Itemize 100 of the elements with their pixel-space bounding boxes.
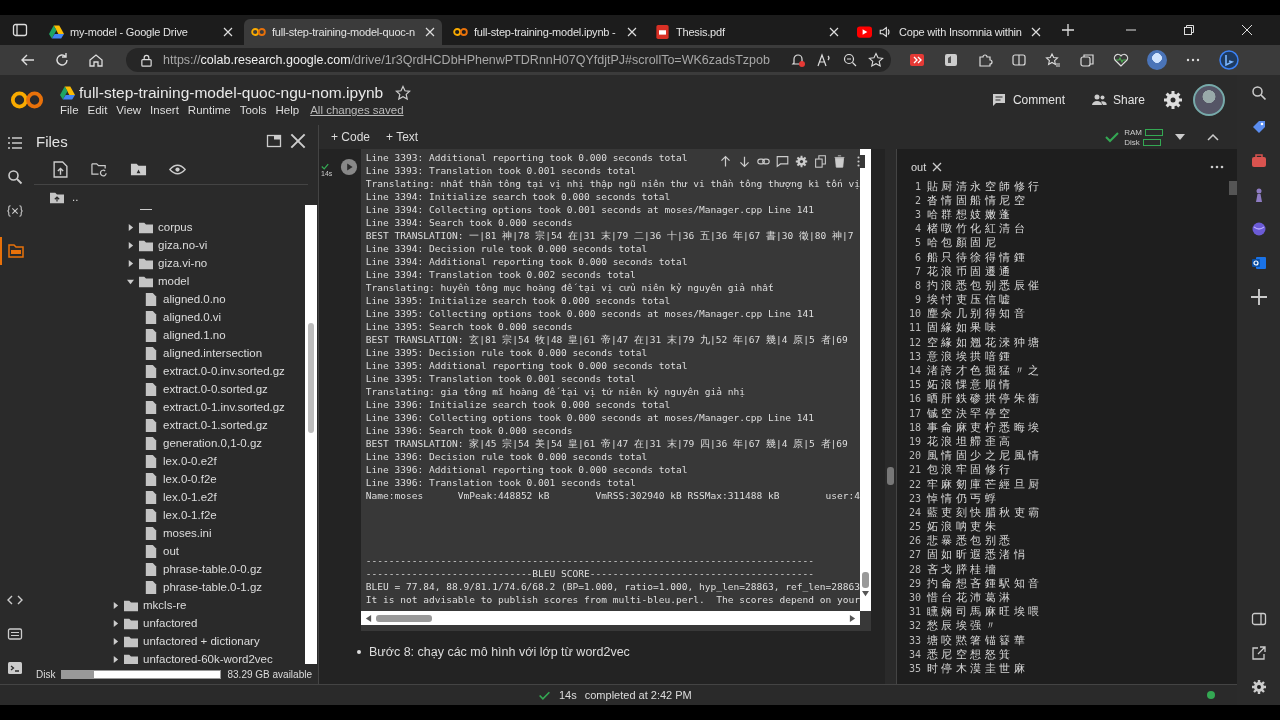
run-cell-icon[interactable] — [340, 158, 358, 176]
zoom-out-icon[interactable] — [841, 52, 858, 68]
puzzle-icon[interactable] — [977, 52, 993, 68]
scrollbar-thumb[interactable] — [1229, 181, 1237, 195]
file-name[interactable]: aligned.0.no — [163, 293, 226, 305]
new-tab-icon[interactable] — [1062, 24, 1074, 36]
share-button[interactable]: Share — [1082, 92, 1153, 108]
file-name[interactable]: lex.0-0.f2e — [163, 473, 217, 485]
file-tab[interactable]: out — [911, 161, 943, 173]
menu-item[interactable]: Edit — [87, 104, 108, 116]
notebook-title[interactable]: full-step-training-model-quoc-ngu-nom.ipynb — [79, 84, 384, 102]
close-icon[interactable] — [627, 27, 637, 37]
search-icon[interactable] — [7, 169, 23, 185]
mirror-cell-icon[interactable] — [814, 155, 827, 168]
profile-avatar[interactable] — [1147, 50, 1167, 70]
variables-icon[interactable] — [7, 203, 23, 219]
file-name[interactable]: phrase-table.0-0.gz — [163, 563, 263, 575]
expand-caret-icon[interactable] — [112, 637, 119, 645]
link-icon[interactable] — [757, 155, 770, 168]
file-name[interactable]: extract.0-1.inv.sorted.gz — [163, 401, 285, 413]
browser-tab[interactable]: full-step-training-model-quoc-n — [244, 19, 442, 45]
search-icon[interactable] — [1250, 85, 1267, 101]
home-icon[interactable] — [88, 52, 104, 68]
folder-name[interactable]: giza.no-vi — [158, 239, 208, 251]
split-screen-icon[interactable] — [1011, 52, 1027, 68]
comment-icon[interactable] — [776, 155, 789, 168]
file-name[interactable]: generation.0,1-0.gz — [163, 437, 263, 449]
menu-item[interactable]: Insert — [150, 104, 179, 116]
close-icon[interactable] — [1242, 25, 1252, 35]
scrollbar-thumb[interactable] — [862, 572, 869, 588]
notification-icon[interactable] — [789, 52, 806, 68]
menu-item[interactable]: Help — [275, 104, 300, 116]
scrollbar-thumb[interactable] — [308, 323, 314, 433]
save-status-link[interactable]: All changes saved — [310, 104, 404, 116]
file-name[interactable]: moses.ini — [163, 527, 212, 539]
file-name[interactable]: phrase-table.0-1.gz — [163, 581, 263, 593]
file-name[interactable]: lex.0-1.e2f — [163, 491, 217, 503]
add-code-button[interactable]: + Code — [325, 130, 377, 144]
file-name[interactable]: extract.0-0.inv.sorted.gz — [163, 365, 285, 377]
sidebar-toggle-icon[interactable] — [1250, 611, 1267, 627]
browser-tab[interactable]: my-model - Google Drive — [42, 19, 240, 45]
expand-caret-icon[interactable] — [112, 601, 119, 609]
close-icon[interactable] — [425, 27, 435, 37]
folder-icon[interactable] — [8, 243, 24, 259]
file-name[interactable]: lex.0-1.f2e — [163, 509, 217, 521]
restore-icon[interactable] — [1184, 25, 1194, 35]
close-icon[interactable] — [829, 27, 839, 37]
close-icon[interactable] — [1031, 27, 1041, 37]
star-icon[interactable] — [867, 52, 884, 68]
scrollbar[interactable] — [885, 149, 896, 684]
menu-item[interactable]: File — [60, 104, 79, 116]
close-icon[interactable] — [932, 162, 943, 172]
profile-avatar[interactable] — [1193, 84, 1225, 116]
horizontal-scrollbar[interactable] — [360, 611, 860, 625]
table-of-contents-icon[interactable] — [7, 135, 23, 151]
scrollbar[interactable] — [860, 149, 871, 611]
parent-folder-icon[interactable] — [50, 190, 64, 204]
scrollbar-thumb[interactable] — [887, 467, 894, 485]
folder-name[interactable]: model — [158, 275, 190, 287]
file-name[interactable]: lex.0-0.e2f — [163, 455, 217, 467]
browser-tab[interactable]: Cope with Insomnia within — [850, 19, 1048, 45]
expand-caret-icon[interactable] — [127, 259, 134, 267]
scroll-left-arrow-icon[interactable] — [364, 614, 372, 622]
settings-icon[interactable] — [1250, 679, 1267, 695]
briefcase-icon[interactable] — [1250, 153, 1267, 169]
dropdown-caret-icon[interactable] — [1175, 132, 1185, 142]
collections-icon[interactable] — [1079, 52, 1095, 68]
star-icon[interactable] — [395, 85, 412, 101]
folder-name[interactable]: unfactored-60k-word2vec — [143, 653, 273, 664]
tab-actions-icon[interactable] — [12, 22, 28, 38]
parent-folder-link[interactable]: .. — [72, 191, 79, 203]
menu-item[interactable]: View — [116, 104, 142, 116]
scroll-right-arrow-icon[interactable] — [849, 614, 856, 622]
folder-name[interactable]: unfactored + dictionary — [143, 635, 260, 647]
scrollbar[interactable] — [305, 205, 317, 664]
file-name[interactable]: extract.0-1.sorted.gz — [163, 419, 268, 431]
scrollbar-thumb[interactable] — [375, 614, 432, 622]
file-name[interactable]: aligned.1.no — [163, 329, 226, 341]
move-up-icon[interactable] — [719, 155, 732, 168]
terminal-icon[interactable] — [7, 660, 23, 676]
expand-caret-icon[interactable] — [127, 223, 134, 231]
upload-file-icon[interactable] — [52, 161, 69, 178]
outlook-icon[interactable] — [1250, 255, 1267, 271]
scroll-down-arrow-icon[interactable] — [862, 590, 869, 597]
browser-tab[interactable]: full-step-training-model.ipynb - — [446, 19, 644, 45]
expand-caret-icon[interactable] — [112, 619, 119, 627]
extension-icon[interactable] — [909, 52, 925, 68]
sphere-icon[interactable] — [1250, 221, 1267, 237]
open-in-window-icon[interactable] — [266, 133, 282, 149]
add-text-button[interactable]: + Text — [380, 130, 425, 144]
heart-icon[interactable] — [1113, 52, 1129, 68]
file-name[interactable]: extract.0-0.sorted.gz — [163, 383, 268, 395]
favorites-icon[interactable] — [1045, 52, 1061, 68]
file-name[interactable]: out — [163, 545, 179, 557]
file-name[interactable]: aligned.0.vi — [163, 311, 222, 323]
refresh-icon[interactable] — [54, 52, 70, 68]
refresh-folder-icon[interactable] — [91, 161, 108, 178]
colab-logo-icon[interactable] — [10, 90, 44, 110]
add-icon[interactable] — [1250, 289, 1267, 305]
drive-folder-icon[interactable] — [130, 161, 147, 178]
